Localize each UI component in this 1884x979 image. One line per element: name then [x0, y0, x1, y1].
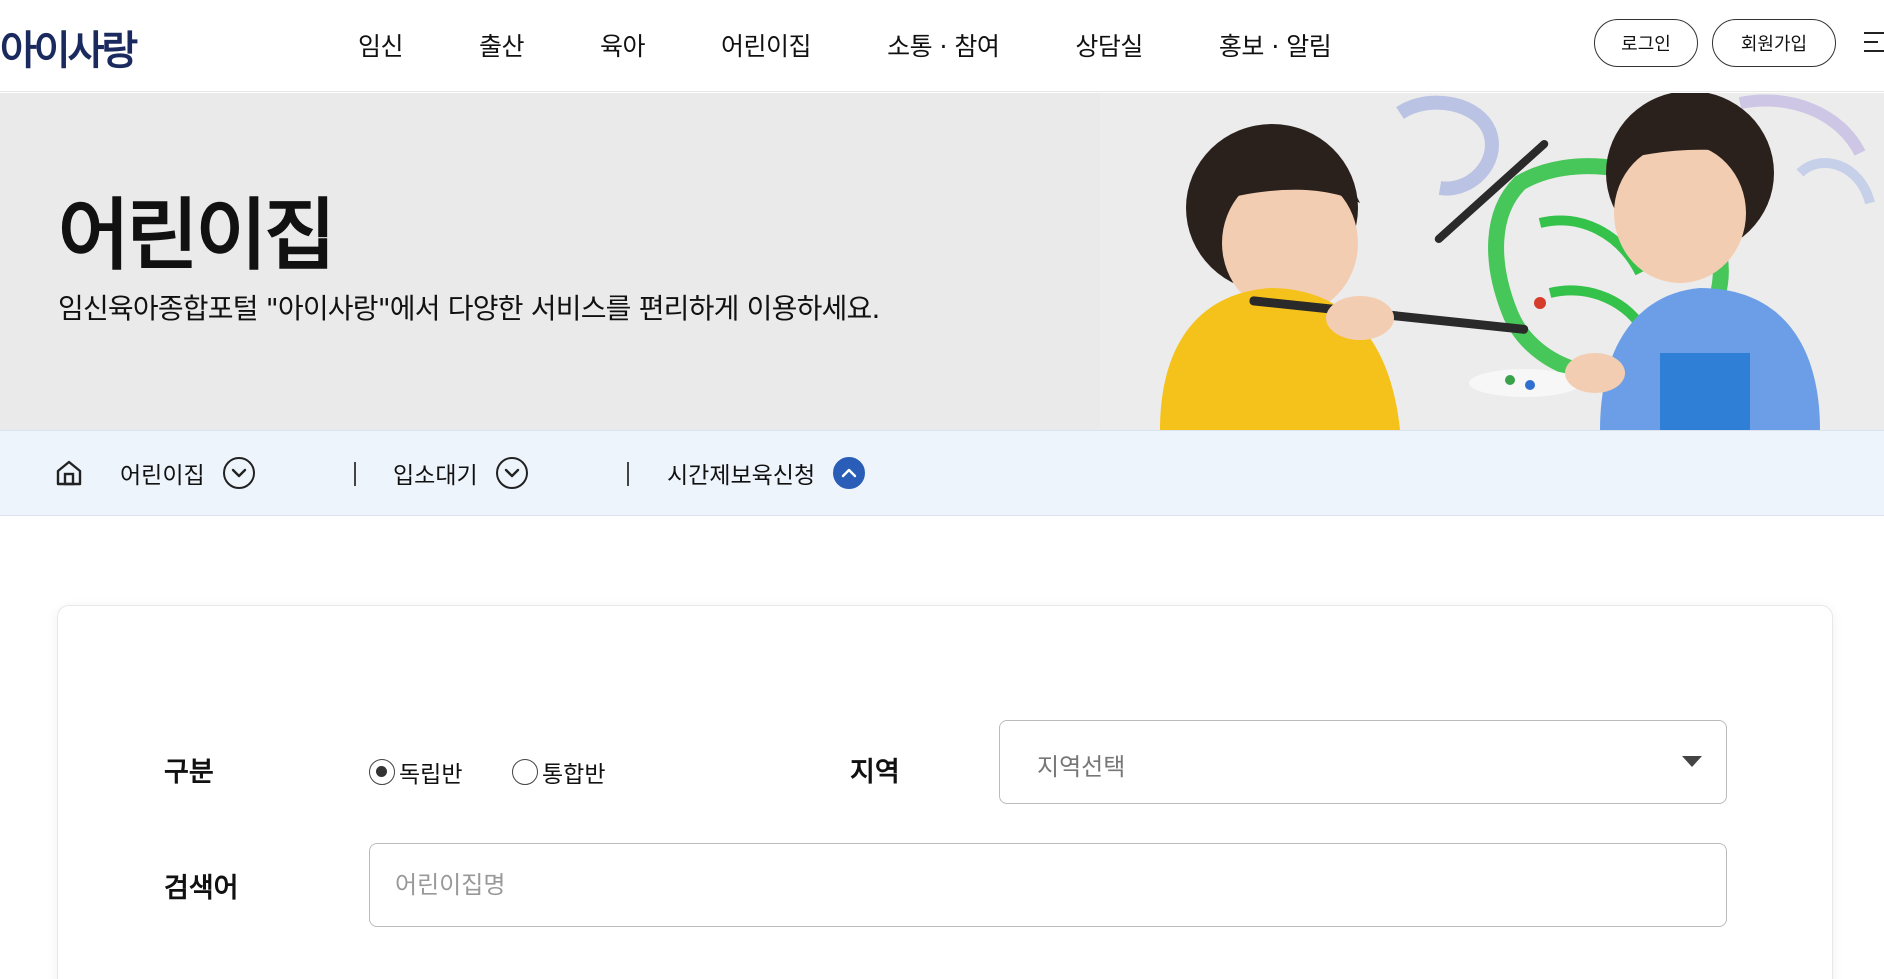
site-logo[interactable]: 아이사랑 — [0, 18, 138, 76]
keyword-input[interactable] — [369, 843, 1727, 927]
breadcrumb-label: 입소대기 — [393, 463, 478, 489]
radio-label: 통합반 — [542, 762, 606, 788]
nav-item-pregnancy[interactable]: 임신 — [358, 27, 404, 63]
hero-illustration — [1100, 93, 1884, 430]
nav-item-birth[interactable]: 출산 — [479, 27, 525, 63]
keyword-label: 검색어 — [164, 873, 239, 904]
region-select-value: 지역선택 — [1037, 753, 1126, 781]
type-label: 구분 — [164, 757, 214, 788]
chevron-up-icon[interactable] — [833, 457, 866, 489]
breadcrumb-label: 어린이집 — [120, 463, 205, 489]
radio-integrated[interactable]: 통합반 — [512, 755, 605, 789]
home-link[interactable] — [54, 431, 84, 515]
region-select[interactable]: 지역선택 — [999, 720, 1727, 804]
page-title: 어린이집 — [58, 191, 336, 281]
radio-unchecked-icon[interactable] — [512, 759, 538, 785]
site-header: 아이사랑 임신 출산 육아 어린이집 소통 · 참여 상담실 홍보 · 알림 로… — [0, 0, 1884, 92]
caret-down-icon — [1682, 756, 1702, 767]
nav-item-news[interactable]: 홍보 · 알림 — [1219, 27, 1332, 63]
breadcrumb-divider — [354, 462, 356, 486]
main-nav: 임신 출산 육아 어린이집 소통 · 참여 상담실 홍보 · 알림 — [358, 0, 1332, 90]
breadcrumb-label: 시간제보육신청 — [667, 463, 816, 489]
hero-banner: 어린이집 임신육아종합포털 "아이사랑"에서 다양한 서비스를 편리하게 이용하… — [0, 93, 1884, 430]
page-subtitle: 임신육아종합포털 "아이사랑"에서 다양한 서비스를 편리하게 이용하세요. — [58, 292, 880, 325]
chevron-down-icon[interactable] — [495, 457, 528, 489]
nav-item-community[interactable]: 소통 · 참여 — [887, 27, 1000, 63]
nav-item-daycare[interactable]: 어린이집 — [721, 27, 812, 63]
chevron-down-icon[interactable] — [222, 457, 255, 489]
nav-item-parenting[interactable]: 육아 — [600, 27, 646, 63]
radio-independent[interactable]: 독립반 — [369, 755, 462, 789]
location-bar: 어린이집 입소대기 시간제보육신청 — [0, 430, 1884, 516]
menu-icon[interactable] — [1864, 30, 1884, 54]
breadcrumb-daycare[interactable]: 어린이집 — [120, 431, 255, 515]
breadcrumb-hourly-care[interactable]: 시간제보육신청 — [667, 431, 866, 515]
radio-label: 독립반 — [399, 762, 463, 788]
radio-checked-icon[interactable] — [369, 759, 395, 785]
signup-button[interactable]: 회원가입 — [1712, 19, 1836, 67]
region-label: 지역 — [850, 757, 900, 788]
login-button[interactable]: 로그인 — [1594, 19, 1698, 67]
nav-item-counseling[interactable]: 상담실 — [1075, 27, 1143, 63]
breadcrumb-divider — [627, 462, 629, 486]
home-icon — [56, 460, 82, 486]
breadcrumb-waitlist[interactable]: 입소대기 — [393, 431, 528, 515]
